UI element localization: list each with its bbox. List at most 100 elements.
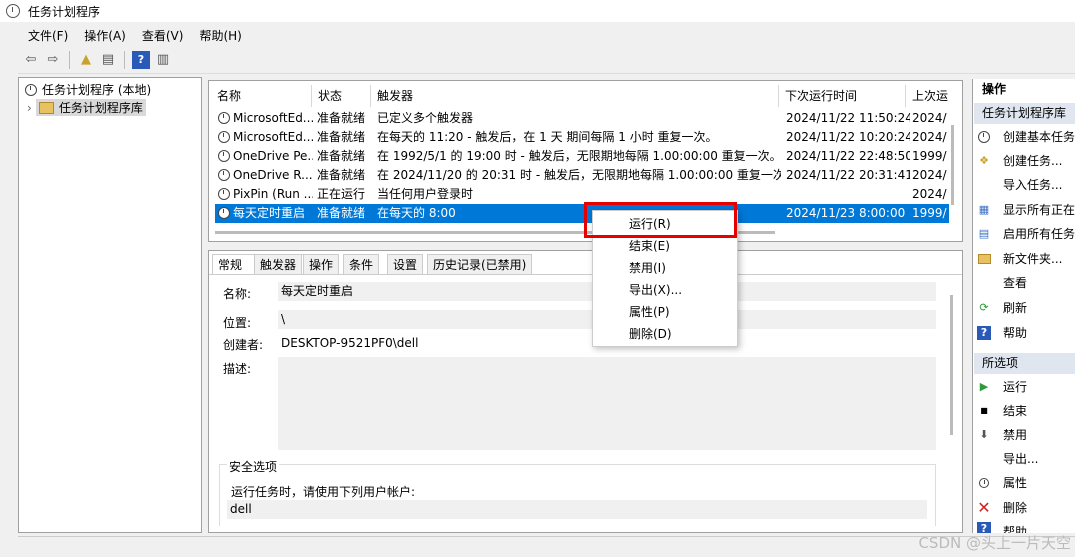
context-properties[interactable]: 属性(P): [629, 302, 670, 322]
stop-icon: ■: [980, 406, 988, 415]
tab-triggers[interactable]: 触发器: [254, 254, 303, 274]
clock-icon: [218, 169, 230, 181]
action-enable-history[interactable]: ▤ 启用所有任务: [977, 224, 1075, 244]
action-run[interactable]: ▶ 运行: [977, 377, 1075, 397]
clock-icon: [218, 188, 230, 200]
description-field[interactable]: [278, 357, 936, 450]
tab-divider: [209, 274, 962, 275]
action-label: 结束: [1003, 404, 1028, 418]
action-export[interactable]: 导出...: [977, 449, 1075, 469]
tab-conditions[interactable]: 条件: [343, 254, 380, 274]
title-bar: 任务计划程序: [0, 0, 1075, 22]
folder-icon: [38, 101, 54, 114]
action-label: 查看: [1003, 276, 1028, 290]
vertical-scrollbar[interactable]: [951, 125, 954, 205]
run-as-field[interactable]: dell: [227, 500, 927, 519]
task-status: 准备就绪: [317, 168, 366, 182]
task-next-run: 2024/11/22 11:50:24: [786, 111, 910, 125]
show-hide-tree-icon[interactable]: ▤: [99, 51, 117, 69]
menu-file[interactable]: 文件(F): [28, 27, 68, 44]
action-label: 显示所有正在: [1003, 203, 1075, 217]
actions-pane: 操作 任务计划程序库 创建基本任务 ❖ 创建任务... 导入任务... ▦ 显示所有…: [972, 79, 1075, 533]
task-row[interactable]: PixPin (Run ... 正在运行 当任何用户登录时 2024/: [215, 185, 949, 204]
task-row[interactable]: MicrosoftEd... 准备就绪 在每天的 11:20 - 触发后，在 1…: [215, 128, 949, 147]
action-disable[interactable]: ⬇ 禁用: [977, 425, 1075, 445]
column-name[interactable]: 名称: [211, 85, 312, 107]
action-label: 导入任务...: [1003, 178, 1063, 192]
blank-icon: [977, 276, 991, 290]
task-icon: ❖: [979, 154, 989, 167]
up-folder-icon[interactable]: ▲: [77, 51, 95, 69]
task-row[interactable]: OneDrive Pe... 准备就绪 在 1992/5/1 的 19:00 时…: [215, 147, 949, 166]
blank-icon: [977, 178, 991, 192]
clock-icon: [218, 112, 230, 124]
action-help[interactable]: ? 帮助: [977, 323, 1075, 343]
tab-actions[interactable]: 操作: [303, 254, 340, 274]
action-label: 属性: [1003, 476, 1028, 490]
toolbar-divider: [124, 50, 125, 69]
watermark: CSDN @头上一片天空: [918, 534, 1071, 552]
tab-history[interactable]: 历史记录(已禁用): [427, 254, 533, 274]
task-name: OneDrive Pe...: [233, 149, 313, 163]
action-display-running[interactable]: ▦ 显示所有正在: [977, 200, 1075, 220]
tree-library[interactable]: › 任务计划程序库: [27, 99, 146, 116]
task-row-selected[interactable]: 每天定时重启 准备就绪 在每天的 8:00 2024/11/23 8:00:00…: [215, 204, 949, 223]
task-next-run: 2024/11/22 10:20:24: [786, 130, 910, 144]
action-import-task[interactable]: 导入任务...: [977, 175, 1075, 195]
tab-settings[interactable]: 设置: [387, 254, 424, 274]
task-status: 准备就绪: [317, 130, 366, 144]
context-end[interactable]: 结束(E): [629, 236, 670, 256]
forward-arrow-icon[interactable]: ⇨: [44, 51, 62, 69]
action-label: 禁用: [1003, 428, 1028, 442]
column-status[interactable]: 状态: [312, 85, 371, 107]
menu-action[interactable]: 操作(A): [84, 27, 126, 44]
back-arrow-icon[interactable]: ⇦: [22, 51, 40, 69]
tree-root[interactable]: 任务计划程序 (本地): [25, 81, 151, 98]
action-label: 启用所有任务: [1003, 227, 1075, 241]
action-new-folder[interactable]: 新文件夹...: [977, 249, 1075, 269]
actions-section-selected[interactable]: 所选项: [974, 353, 1075, 374]
action-label: 导出...: [1003, 452, 1039, 466]
tree-library-label: 任务计划程序库: [58, 101, 143, 115]
task-status: 准备就绪: [317, 206, 366, 220]
help-icon[interactable]: ?: [132, 50, 150, 69]
task-row[interactable]: OneDrive R... 准备就绪 在 2024/11/20 的 20:31 …: [215, 166, 949, 185]
action-create-task[interactable]: ❖ 创建任务...: [977, 151, 1075, 171]
action-create-basic-task[interactable]: 创建基本任务: [977, 127, 1075, 147]
column-next-run[interactable]: 下次运行时间: [779, 85, 906, 107]
action-label: 创建任务...: [1003, 154, 1063, 168]
task-details-pane: 常规 触发器 操作 条件 设置 历史记录(已禁用) 名称: 每天定时重启 位置:…: [208, 250, 963, 533]
action-label: 删除: [1003, 501, 1028, 515]
actions-section-library[interactable]: 任务计划程序库: [974, 103, 1075, 124]
menu-help[interactable]: 帮助(H): [199, 27, 241, 44]
description-label: 描述:: [223, 362, 252, 376]
column-last-run[interactable]: 上次运: [906, 85, 949, 107]
vertical-scrollbar[interactable]: [950, 295, 953, 435]
action-delete[interactable]: ✕ 删除: [977, 498, 1075, 518]
task-name: PixPin (Run ...: [233, 187, 313, 201]
menu-view[interactable]: 查看(V): [142, 27, 184, 44]
task-name: MicrosoftEd...: [233, 130, 313, 144]
menu-bar: 文件(F) 操作(A) 查看(V) 帮助(H): [0, 24, 1075, 46]
clock-icon: [25, 83, 37, 96]
task-trigger: 在 2024/11/20 的 20:31 时 - 触发后，无限期地每隔 1.00…: [377, 168, 781, 182]
task-row[interactable]: MicrosoftEd... 准备就绪 已定义多个触发器 2024/11/22 …: [215, 109, 949, 128]
clock-icon: [6, 4, 20, 18]
action-end[interactable]: ■ 结束: [977, 401, 1075, 421]
context-disable[interactable]: 禁用(I): [629, 258, 666, 278]
action-view[interactable]: 查看: [977, 273, 1075, 293]
action-refresh[interactable]: ⟳ 刷新: [977, 298, 1075, 318]
action-label: 新文件夹...: [1003, 252, 1063, 266]
help-icon: ?: [977, 326, 991, 340]
action-properties[interactable]: 属性: [977, 473, 1075, 493]
context-export[interactable]: 导出(X)...: [629, 280, 682, 300]
task-next-run: 2024/11/22 22:48:50: [786, 149, 910, 163]
column-trigger[interactable]: 触发器: [371, 85, 779, 107]
chevron-right-icon[interactable]: ›: [27, 101, 32, 115]
task-name: OneDrive R...: [233, 168, 313, 182]
action-label: 创建基本任务: [1003, 130, 1075, 144]
task-next-run: 2024/11/22 20:31:41: [786, 168, 910, 182]
context-delete[interactable]: 删除(D): [629, 324, 672, 344]
show-hide-actions-icon[interactable]: ▥: [154, 51, 172, 69]
task-status: 准备就绪: [317, 111, 366, 125]
